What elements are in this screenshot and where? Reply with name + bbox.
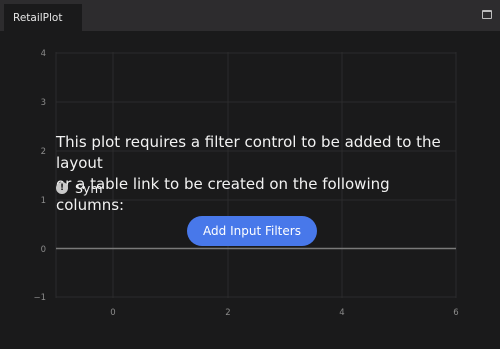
x-tick-label: 2 [225, 308, 230, 318]
y-tick-label: −1 [33, 293, 46, 303]
y-tick-label: 4 [41, 49, 46, 59]
button-label: Add Input Filters [203, 224, 301, 238]
y-tick-label: 3 [41, 98, 46, 108]
y-tick-label: 0 [41, 245, 46, 255]
warning-icon: ! [56, 182, 68, 194]
column-name: Sym [75, 180, 103, 196]
x-tick-label: 0 [110, 308, 115, 318]
message-line-1: This plot requires a filter control to b… [56, 133, 441, 172]
column-list-item: ! Sym [56, 180, 103, 196]
x-tick-label: 6 [453, 308, 458, 318]
add-input-filters-button[interactable]: Add Input Filters [187, 216, 317, 246]
x-tick-label: 4 [339, 308, 344, 318]
filter-required-message: This plot requires a filter control to b… [56, 132, 456, 216]
y-tick-label: 1 [41, 196, 46, 206]
message-line-2: or a table link to be created on the fol… [56, 175, 390, 214]
y-tick-label: 2 [41, 147, 46, 157]
